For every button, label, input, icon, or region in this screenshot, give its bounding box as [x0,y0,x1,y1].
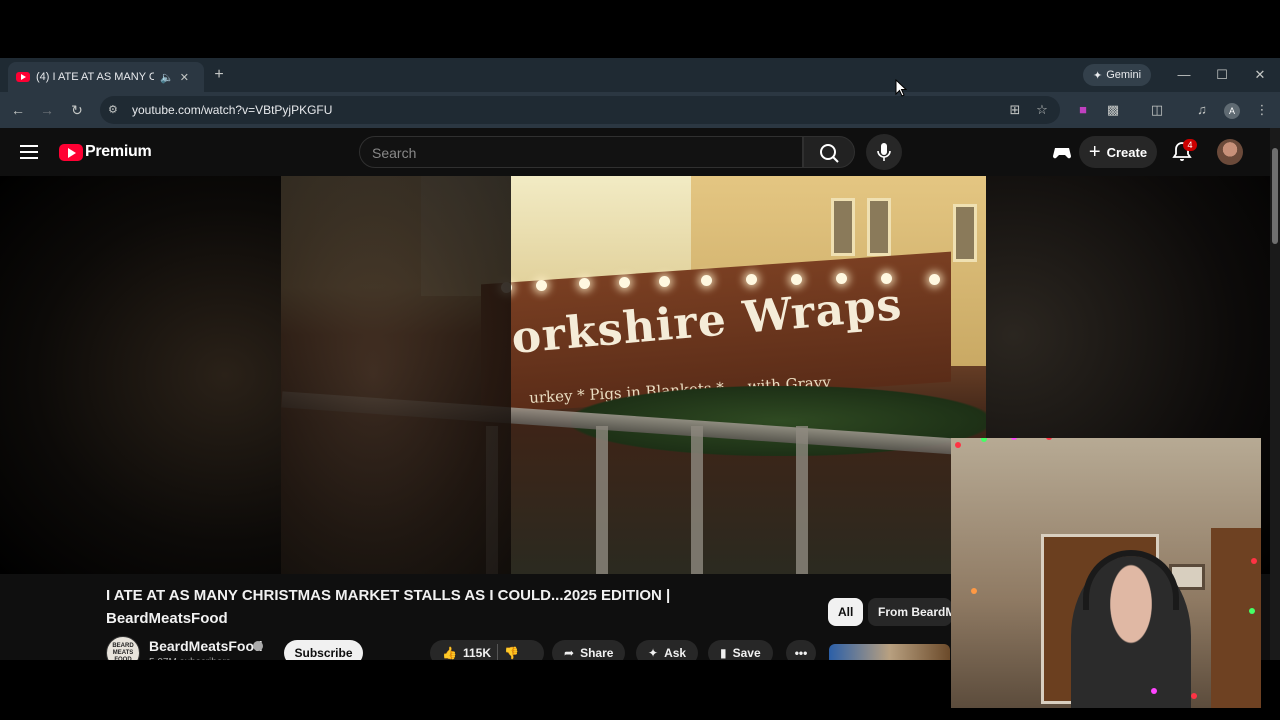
account-avatar[interactable] [1217,139,1243,165]
thumbs-up-icon: 👍 [442,646,457,660]
youtube-brand-label[interactable]: Premium [85,143,152,161]
youtube-logo-icon[interactable] [59,144,83,161]
like-count: 115K [462,646,491,660]
window-close-icon[interactable]: ✕ [1249,64,1271,86]
forward-button[interactable]: → [37,100,57,120]
browser-tab-active[interactable]: (4) I ATE AT AS MANY CHRI 🔈 ✕ [8,62,204,92]
gemini-label: Gemini [1106,69,1142,81]
building-window [867,198,891,256]
mic-icon [877,143,891,161]
string-light [746,274,757,285]
christmas-light [971,588,977,594]
bookmark-icon: ▮ [720,646,727,660]
save-label: Save [732,646,761,660]
page-scrollbar[interactable] [1270,128,1280,660]
string-light [881,273,892,284]
site-info-icon[interactable]: ⚙ [108,103,122,117]
string-light [836,273,847,284]
building-window [953,204,977,262]
tab-title: (4) I ATE AT AS MANY CHRI [36,71,154,83]
chip-all[interactable]: All [828,598,864,626]
scrollbar-thumb[interactable] [1272,148,1278,244]
screen: (4) I ATE AT AS MANY CHRI 🔈 ✕ + ✦ Gemini… [0,0,1280,720]
chip-from-channel[interactable]: From BeardMe [868,598,952,626]
string-light [791,274,802,285]
gamepad-icon[interactable] [1052,143,1072,161]
side-panel-icon[interactable]: ◫ [1147,100,1167,120]
christmas-light [955,442,961,448]
share-icon: ➦ [564,646,575,660]
tab-close-icon[interactable]: ✕ [180,71,189,84]
youtube-masthead: Premium + Create 4 [0,128,1270,176]
media-control-icon[interactable]: ♫ [1192,100,1212,120]
search-icon [820,144,839,163]
christmas-light [1151,688,1157,694]
christmas-light [1251,558,1257,564]
christmas-light [981,438,987,442]
gemini-button[interactable]: ✦ Gemini [1083,64,1151,86]
url-text[interactable]: youtube.com/watch?v=VBtPyjPKGFU [132,103,332,117]
browser-toolbar: ← → ↻ ⚙ youtube.com/watch?v=VBtPyjPKGFU … [0,92,1280,128]
string-light [536,280,547,291]
reload-button[interactable]: ↻ [67,100,87,120]
profile-avatar[interactable]: A [1222,100,1242,120]
notification-badge: 4 [1183,139,1197,151]
string-light [619,277,630,288]
back-button[interactable]: ← [8,100,28,120]
string-light [659,276,670,287]
plus-icon: + [1088,140,1101,163]
address-bar[interactable]: ⚙ youtube.com/watch?v=VBtPyjPKGFU [100,96,1060,124]
string-light [929,274,940,285]
extension-icon[interactable]: ■ [1073,100,1093,120]
speaker-icon[interactable]: 🔈 [160,71,174,84]
video-player[interactable]: orkshire Wraps urkey * Pigs in Blankets … [281,176,986,574]
minimize-icon[interactable]: — [1173,64,1195,86]
youtube-favicon-icon [16,72,30,82]
browser-tab-strip: (4) I ATE AT AS MANY CHRI 🔈 ✕ + ✦ Gemini… [0,58,1280,92]
christmas-light [1011,438,1017,440]
channel-name[interactable]: BeardMeatsFood [149,638,263,654]
new-tab-button[interactable]: + [210,66,228,84]
string-light [579,278,590,289]
more-vertical-icon[interactable]: ⋮ [1252,100,1272,120]
sparkle-icon: ✦ [648,646,659,660]
sparkle-icon: ✦ [1092,69,1103,82]
search-box[interactable] [359,136,803,168]
thumbs-down-icon[interactable]: 👎 [504,646,519,660]
railing-post [796,426,808,574]
create-button[interactable]: + Create [1079,136,1157,168]
railing-post [596,426,608,574]
share-label: Share [580,646,614,660]
mouse-cursor-icon [895,79,907,97]
voice-search-button[interactable] [866,134,902,170]
search-button[interactable] [803,136,855,168]
profile-initial: A [1224,103,1240,119]
search-input[interactable] [372,143,792,163]
hamburger-menu-icon[interactable] [20,145,38,159]
webcam-door [1211,528,1261,708]
ask-label: Ask [664,646,687,660]
bookmark-star-icon[interactable]: ☆ [1032,100,1052,120]
ambient-glow-left [0,176,281,574]
foreground-blur [281,176,511,574]
verified-check-icon [253,641,263,651]
christmas-light [1249,608,1255,614]
letterbox-bottom [0,660,951,720]
christmas-light [1191,693,1197,699]
string-light [701,275,712,286]
install-icon[interactable]: ⊞ [1005,100,1025,120]
railing-post [691,426,703,574]
webcam-overlay [951,438,1261,708]
building-window [831,198,855,256]
extensions-puzzle-icon[interactable]: ▩ [1103,100,1123,120]
like-button[interactable]: 👍 115K [442,646,491,660]
christmas-light [1046,438,1052,440]
create-label: Create [1106,144,1148,160]
video-title: I ATE AT AS MANY CHRISTMAS MARKET STALLS… [106,587,671,627]
maximize-icon[interactable]: ☐ [1211,64,1233,86]
